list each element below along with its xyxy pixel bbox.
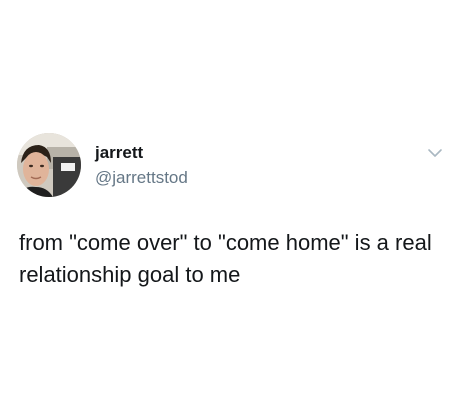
- display-name[interactable]: jarrett: [95, 143, 143, 163]
- avatar-photo: [17, 133, 81, 197]
- tweet-card: jarrett @jarrettstod from "come over" to…: [0, 0, 460, 407]
- chevron-down-icon[interactable]: [427, 147, 443, 159]
- tweet-text: from "come over" to "come home" is a rea…: [19, 230, 432, 287]
- user-handle[interactable]: @jarrettstod: [95, 168, 188, 188]
- avatar[interactable]: [17, 133, 81, 197]
